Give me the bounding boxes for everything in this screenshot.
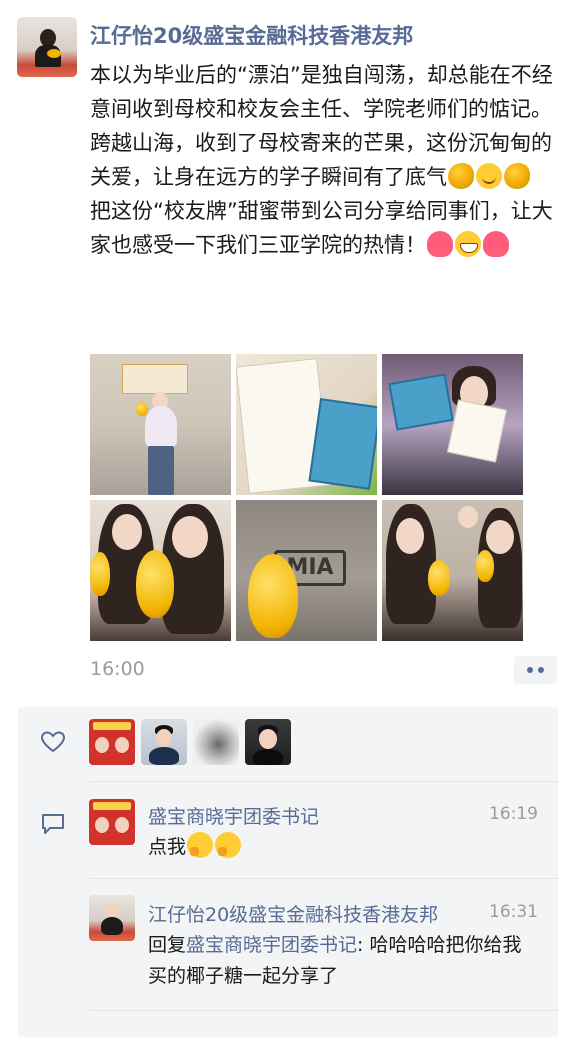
person-body: [145, 406, 177, 448]
like-avatar-1[interactable]: [89, 719, 135, 765]
smile-emoji-icon: [476, 163, 502, 189]
comment-time: 16:19: [489, 804, 538, 824]
reply-prefix: 回复: [148, 934, 187, 956]
box-card: [388, 373, 454, 431]
person-face: [486, 520, 514, 554]
post-author-name[interactable]: 江仔怡20级盛宝金融科技香港友邦: [90, 20, 413, 50]
avatar-title-banner: [93, 802, 131, 810]
avatar-mango: [47, 49, 61, 58]
avatar-suit: [149, 747, 179, 765]
mango: [248, 554, 298, 638]
mango: [136, 402, 148, 416]
more-button[interactable]: [514, 656, 557, 684]
avatar-title-banner: [93, 722, 131, 730]
like-avatar-2[interactable]: [141, 719, 187, 765]
thinking-emoji-icon: [215, 832, 242, 858]
mango-box: [308, 398, 377, 490]
post-paragraph-2: 把这份“校友牌”甜蜜带到公司分享给同事们，让大家也感受一下我们三亚学院的热情！: [90, 194, 556, 262]
avatar-face: [115, 817, 129, 833]
person-face: [396, 518, 424, 554]
avatar-face: [95, 817, 109, 833]
divider: [89, 1010, 558, 1011]
mango: [136, 550, 174, 618]
letter-paper: [446, 399, 508, 463]
mango-emoji-icon: [504, 163, 530, 189]
like-avatar-4[interactable]: [245, 719, 291, 765]
comment-avatar[interactable]: [89, 799, 135, 845]
avatar-face: [95, 737, 109, 753]
avatar-face: [115, 737, 129, 753]
comment-bubble-icon: [42, 814, 64, 834]
mango: [90, 552, 110, 596]
like-avatar-3[interactable]: [193, 719, 239, 765]
thinking-emoji-icon: [187, 832, 214, 858]
banner-sign: [122, 364, 188, 394]
post-photo-1[interactable]: [90, 354, 231, 495]
more-dots-icon: [538, 667, 544, 673]
comment-avatar[interactable]: [89, 895, 135, 941]
person-legs: [148, 446, 174, 495]
more-dots-icon: [527, 667, 533, 673]
comment-text: 回复盛宝商晓宇团委书记: 哈哈哈哈把你给我买的椰子糖一起分享了: [148, 930, 538, 992]
post-photo-6[interactable]: [382, 500, 523, 641]
post-paragraph-1: 本以为毕业后的“漂泊”是独自闯荡，却总能在不经意间收到母校和校友会主任、学院老师…: [90, 58, 556, 194]
author-avatar[interactable]: [17, 17, 77, 77]
comment-text: 点我: [148, 832, 538, 863]
post-photo-2[interactable]: [236, 354, 377, 495]
post-text: 本以为毕业后的“漂泊”是独自闯荡，却总能在不经意间收到母校和校友会主任、学院老师…: [90, 58, 556, 262]
mango: [428, 560, 450, 596]
avatar-face: [156, 729, 172, 747]
avatar-body: [101, 917, 123, 935]
heart-emoji-icon: [483, 231, 509, 257]
mango: [476, 550, 494, 582]
divider: [89, 781, 558, 782]
post-photo-3[interactable]: [382, 354, 523, 495]
mango-emoji-icon: [448, 163, 474, 189]
avatar-shirt: [253, 749, 283, 765]
comment-text-body: 点我: [148, 836, 187, 858]
avatar-face: [259, 729, 277, 749]
person-face: [172, 516, 208, 558]
comment-author[interactable]: 江仔怡20级盛宝金融科技香港友邦: [148, 900, 438, 927]
comment-time: 16:31: [489, 902, 538, 922]
divider: [89, 878, 558, 879]
person-face: [458, 506, 478, 528]
post-photo-4[interactable]: [90, 500, 231, 641]
person-face: [112, 514, 142, 550]
heart-emoji-icon: [427, 231, 453, 257]
grin-emoji-icon: [455, 231, 481, 257]
post-time: 16:00: [90, 658, 145, 680]
heart-outline-icon: [40, 731, 66, 753]
comment-author[interactable]: 盛宝商晓宇团委书记: [148, 802, 319, 829]
post-photo-5[interactable]: MIA: [236, 500, 377, 641]
reply-to-name[interactable]: 盛宝商晓宇团委书记: [186, 934, 357, 956]
